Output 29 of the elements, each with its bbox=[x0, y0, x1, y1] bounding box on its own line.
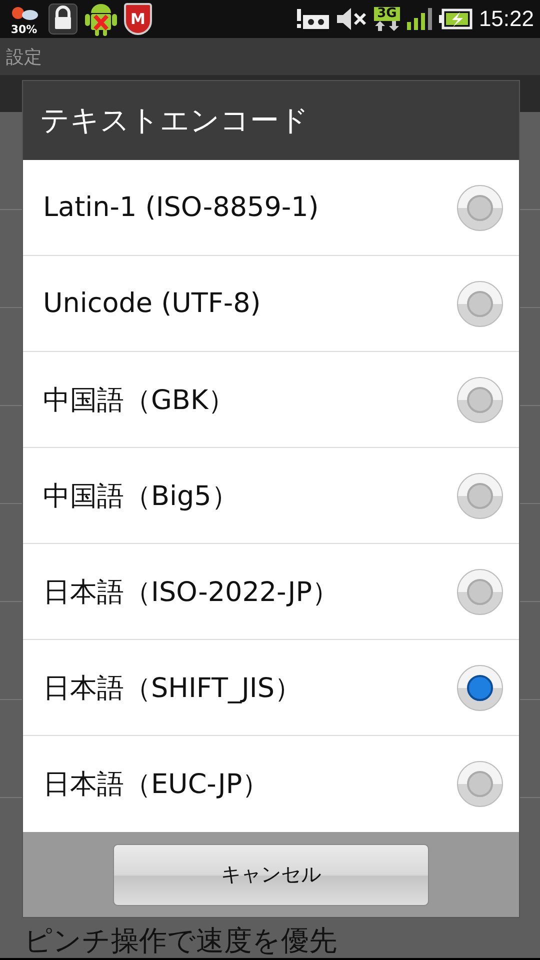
battery-charging-icon bbox=[438, 8, 473, 30]
encoding-option[interactable]: Latin-1 (ISO-8859-1) bbox=[23, 160, 519, 256]
signal-icon bbox=[406, 8, 433, 30]
shield-icon: M bbox=[124, 3, 152, 35]
data-arrows-icon bbox=[372, 21, 401, 31]
radio-button[interactable] bbox=[457, 568, 503, 614]
radio-button[interactable] bbox=[457, 184, 503, 230]
screen-title: 設定 bbox=[6, 46, 42, 68]
clock-text: 15:22 bbox=[478, 6, 534, 32]
encoding-option[interactable]: 中国語（Big5） bbox=[23, 448, 519, 544]
radio-button[interactable] bbox=[457, 376, 503, 422]
dialog-title: テキストエンコード bbox=[40, 102, 309, 138]
radio-button[interactable] bbox=[457, 280, 503, 326]
network-type-text: 3G bbox=[374, 7, 400, 21]
mute-icon bbox=[334, 7, 367, 31]
android-icon bbox=[84, 1, 118, 37]
encoding-option[interactable]: 中国語（GBK） bbox=[23, 352, 519, 448]
radio-button[interactable] bbox=[457, 761, 503, 807]
lock-icon bbox=[48, 3, 78, 35]
usb-debug-icon bbox=[296, 7, 329, 31]
cancel-button[interactable]: キャンセル bbox=[113, 844, 429, 906]
radio-button[interactable] bbox=[457, 664, 503, 710]
setting-label: ピンチ操作で速度を優先 bbox=[24, 925, 337, 958]
radio-button[interactable] bbox=[457, 472, 503, 518]
encoding-option[interactable]: 日本語（EUC-JP） bbox=[23, 736, 519, 832]
encoding-option[interactable]: 日本語（SHIFT_JIS） bbox=[23, 640, 519, 736]
temperature-text: 30% bbox=[10, 24, 38, 34]
encoding-option[interactable]: 日本語（ISO-2022-JP） bbox=[23, 544, 519, 640]
encoding-option[interactable]: Unicode (UTF-8) bbox=[23, 256, 519, 352]
